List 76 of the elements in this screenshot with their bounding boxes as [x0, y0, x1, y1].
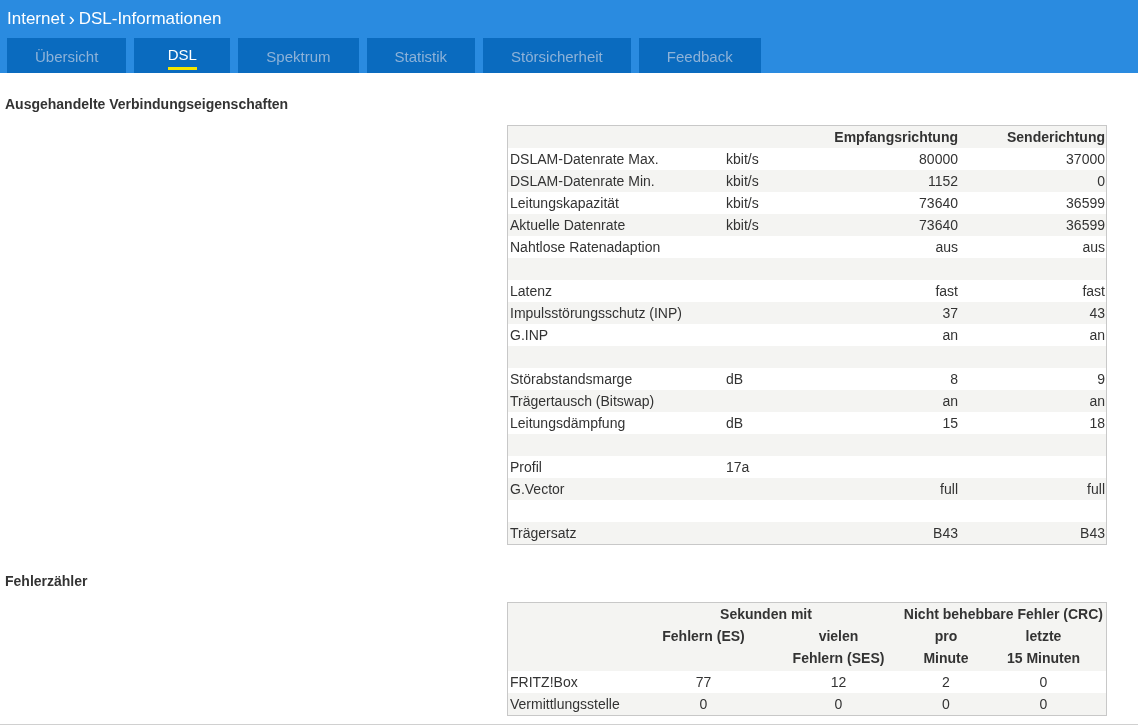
table-cell: 73640 [919, 194, 958, 211]
table-cell: B43 [933, 524, 958, 541]
row-label: Aktuelle Datenrate [509, 215, 627, 235]
column-header: pro Minute [923, 627, 969, 668]
row-label: Störabstandsmarge [509, 369, 634, 389]
unit-cell: kbit/s [726, 194, 759, 211]
table-cell: aus [935, 238, 958, 255]
table-cell: 73640 [919, 216, 958, 233]
table-cell: 0 [834, 695, 843, 712]
row-label: FRITZ!Box [509, 672, 579, 692]
table-cell: 9 [1097, 370, 1105, 387]
table-cell: 36599 [1066, 216, 1105, 233]
unit-cell: 17a [726, 458, 750, 475]
row-label: Vermittlungsstelle [509, 694, 621, 714]
tab[interactable]: Übersicht [7, 38, 127, 73]
section-heading: Fehlerzähler [4, 572, 89, 591]
unit-cell: kbit/s [726, 172, 759, 189]
table-cell: fast [1082, 282, 1105, 299]
table-cell: aus [1082, 238, 1105, 255]
table-cell: 18 [1089, 414, 1105, 431]
row-label: Nahtlose Ratenadaption [509, 237, 662, 257]
column-header: letzte 15 Minuten [1006, 627, 1081, 668]
column-header: vielen Fehlern (SES) [792, 627, 885, 668]
tab[interactable]: Störsicherheit [483, 38, 631, 73]
column-group-header: Sekunden mit [720, 605, 812, 622]
table-cell: 0 [1039, 673, 1048, 690]
unit-cell: kbit/s [726, 216, 759, 233]
section-heading: Ausgehandelte Verbindungseigenschaften [4, 95, 290, 114]
table-cell: fast [935, 282, 958, 299]
table-cell: 80000 [919, 150, 958, 167]
unit-cell: dB [726, 414, 744, 431]
column-header: Senderichtung [1006, 127, 1105, 147]
table-cell: 0 [1039, 695, 1048, 712]
table-cell: full [1087, 480, 1105, 497]
tab[interactable]: DSL [134, 38, 231, 73]
breadcrumb-separator: › [68, 7, 75, 31]
unit-cell: kbit/s [726, 150, 759, 167]
table-cell: an [1089, 392, 1105, 409]
table-cell: 2 [942, 673, 950, 690]
tab[interactable]: Spektrum [238, 38, 359, 73]
row-label: Profil [509, 457, 543, 477]
table-cell: an [1089, 326, 1105, 343]
page-title: DSL-Informationen [78, 8, 222, 31]
row-label: Latenz [509, 281, 554, 301]
table-cell: 43 [1089, 304, 1105, 321]
row-label: DSLAM-Datenrate Min. [509, 171, 656, 191]
table-cell: an [942, 326, 958, 343]
table-cell: 0 [699, 695, 708, 712]
column-group-header: Nicht behebbare Fehler (CRC) [903, 605, 1103, 622]
column-header: Empfangsrichtung [833, 127, 958, 147]
table-cell: 36599 [1066, 194, 1105, 211]
row-label: Leitungskapazität [509, 193, 620, 213]
table-cell: 77 [695, 673, 712, 690]
table-cell: B43 [1080, 524, 1105, 541]
row-label: G.INP [509, 325, 550, 345]
breadcrumb-link[interactable]: Internet [7, 6, 65, 32]
unit-cell: dB [726, 370, 744, 387]
table-cell: full [940, 480, 958, 497]
row-label: Trägersatz [509, 523, 578, 543]
table-cell: 0 [942, 695, 950, 712]
table-cell: 12 [830, 673, 847, 690]
row-label: Impulsstörungsschutz (INP) [509, 303, 683, 323]
table-cell: 8 [950, 370, 958, 387]
table-cell: 15 [942, 414, 958, 431]
column-header: Fehlern (ES) [662, 627, 745, 646]
row-label: Trägertausch (Bitswap) [509, 391, 656, 411]
row-label: DSLAM-Datenrate Max. [509, 149, 660, 169]
tab[interactable]: Statistik [366, 38, 476, 73]
table-cell: 37000 [1066, 150, 1105, 167]
row-label: G.Vector [509, 479, 566, 499]
table-cell: 1152 [927, 172, 958, 189]
table-cell: 0 [1097, 172, 1105, 189]
table-cell: 37 [942, 304, 958, 321]
tab[interactable]: Feedback [638, 38, 761, 73]
table-cell: an [942, 392, 958, 409]
row-label: Leitungsdämpfung [509, 413, 627, 433]
